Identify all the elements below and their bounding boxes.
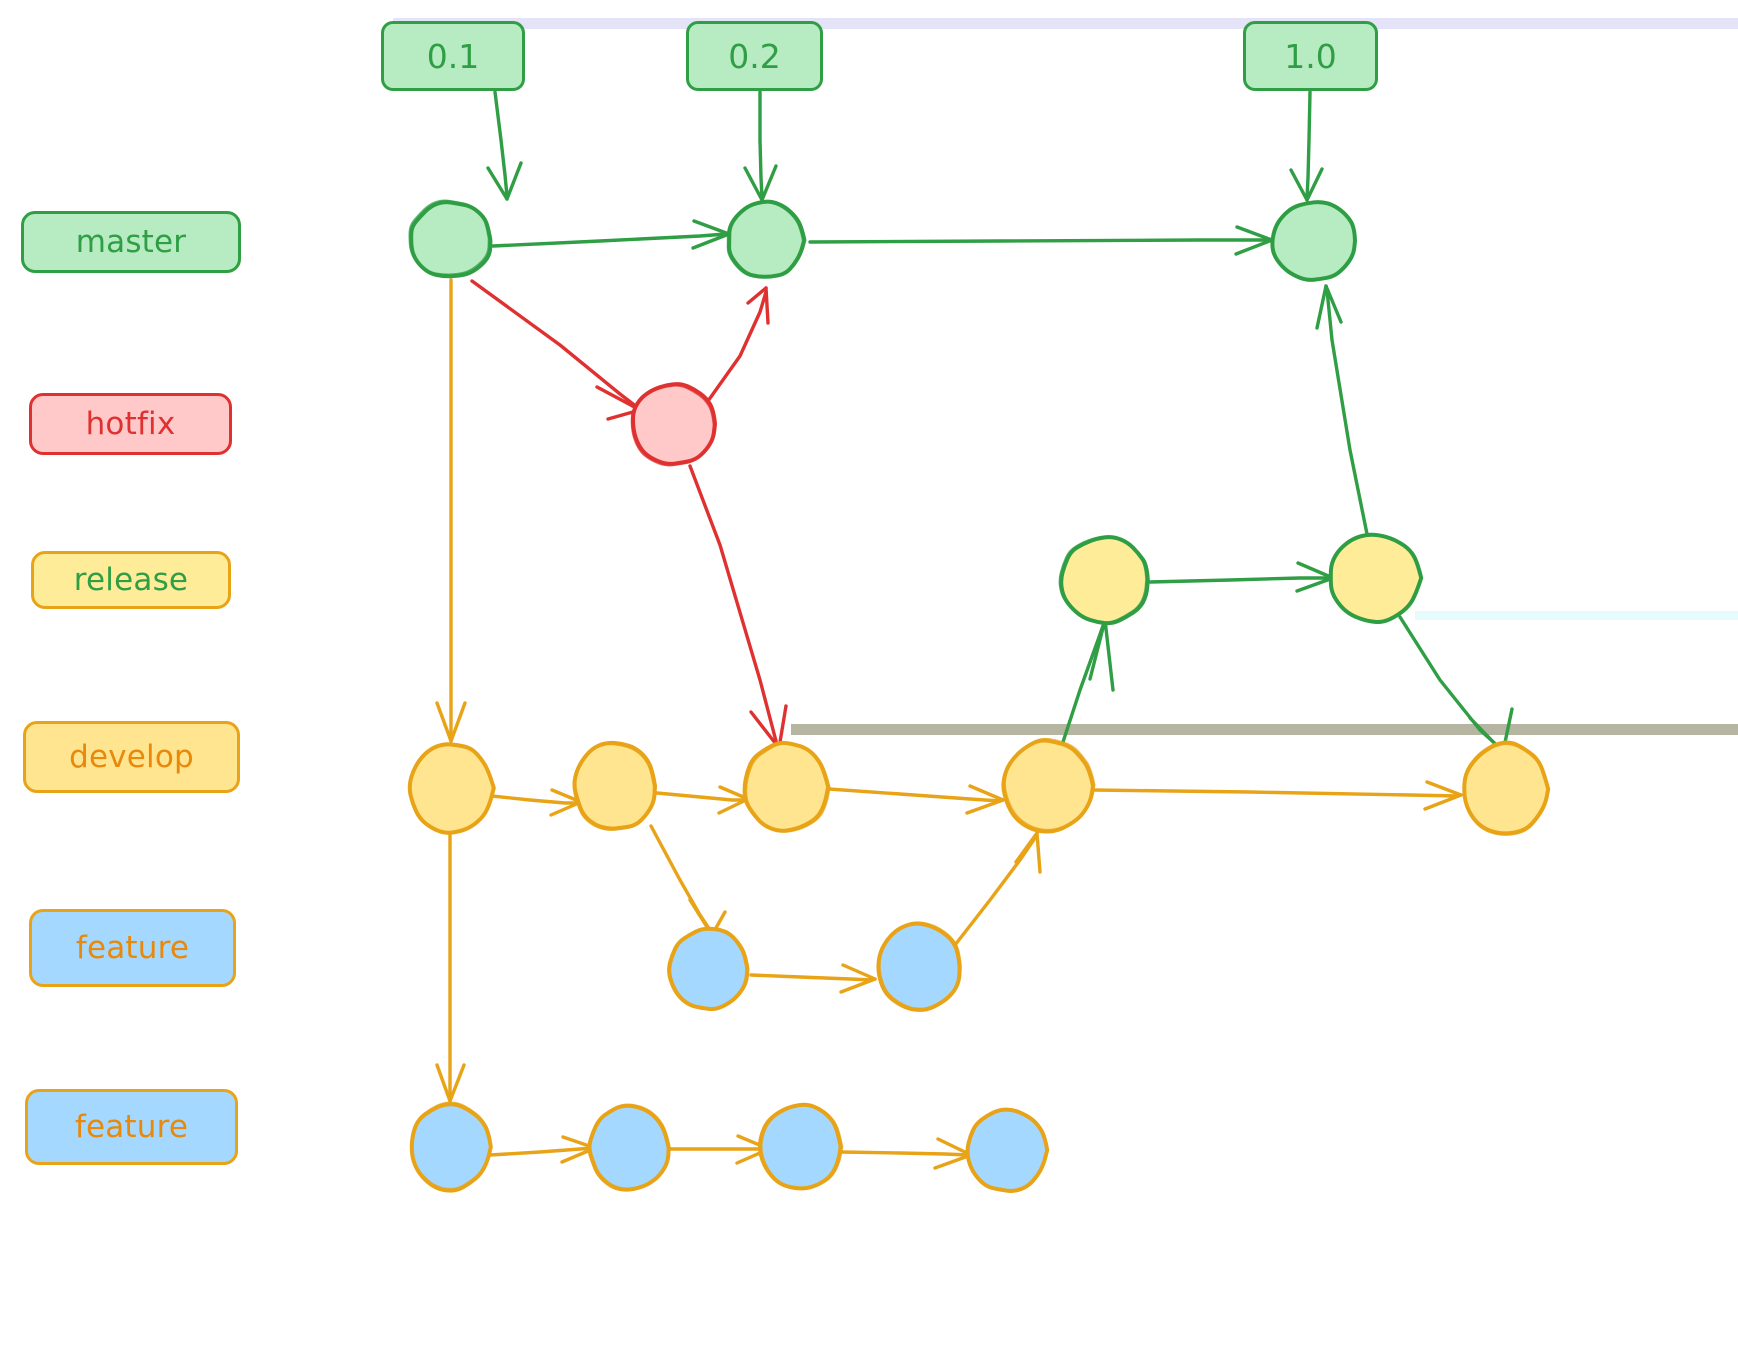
commit-node[interactable] — [742, 740, 831, 833]
lane-label-master-text: master — [75, 224, 187, 260]
edge-develop1-feature2a — [435, 832, 466, 1103]
edge-master1-hotfix — [470, 279, 642, 421]
diagram-canvas: master hotfix release develop feature fe… — [0, 0, 1738, 1347]
commit-node[interactable] — [965, 1107, 1050, 1193]
commit-node[interactable] — [757, 1102, 844, 1191]
commit-node[interactable] — [408, 199, 493, 279]
edge-tag10-master3 — [1289, 90, 1324, 202]
lane-label-hotfix[interactable]: hotfix — [29, 393, 232, 455]
edge-develop4-release1 — [1060, 618, 1115, 747]
edge-feature2a-feature2b — [488, 1135, 597, 1164]
commit-node[interactable] — [1001, 737, 1096, 834]
edge-feature1a-feature1b — [749, 963, 877, 994]
commit-node[interactable] — [667, 926, 750, 1012]
commit-node[interactable] — [630, 382, 717, 467]
edge-master2-master3 — [808, 225, 1274, 256]
edge-develop2-develop3 — [655, 785, 750, 815]
edge-develop2-feature1a — [649, 824, 727, 937]
edge-tag01-master1 — [486, 90, 523, 201]
version-tag-0-1[interactable]: 0.1 — [381, 21, 525, 91]
version-tag-0-2[interactable]: 0.2 — [686, 21, 823, 91]
lane-label-develop[interactable]: develop — [23, 721, 240, 793]
lane-label-hotfix-text: hotfix — [85, 406, 176, 442]
commit-node[interactable] — [1462, 740, 1551, 836]
commit-node[interactable] — [876, 921, 962, 1012]
edge-develop4-develop5 — [1091, 780, 1463, 811]
commit-node[interactable] — [407, 742, 496, 835]
lane-label-feature-1-text: feature — [75, 930, 190, 966]
edge-feature2b-feature2c — [668, 1134, 771, 1165]
commit-node[interactable] — [1270, 200, 1357, 282]
edge-tag02-master2 — [743, 90, 778, 202]
node-layer — [407, 199, 1551, 1193]
commit-node[interactable] — [587, 1103, 671, 1192]
commit-node[interactable] — [1058, 535, 1150, 626]
version-tag-1-0[interactable]: 1.0 — [1243, 21, 1378, 91]
commit-node[interactable] — [409, 1101, 493, 1193]
lane-label-release-text: release — [73, 562, 189, 598]
lane-label-feature-1[interactable]: feature — [29, 909, 236, 987]
version-tag-0-1-text: 0.1 — [426, 36, 480, 76]
edge-develop3-develop4 — [827, 784, 1005, 815]
edge-develop1-develop2 — [490, 788, 583, 817]
edge-master1-master2 — [491, 219, 731, 250]
lane-label-release[interactable]: release — [31, 551, 231, 609]
lane-label-develop-text: develop — [69, 739, 194, 775]
edge-hotfix-develop3 — [688, 464, 788, 750]
commit-node[interactable] — [572, 740, 657, 831]
version-tag-1-0-text: 1.0 — [1284, 36, 1337, 76]
version-tag-0-2-text: 0.2 — [728, 36, 781, 76]
lane-label-feature-2[interactable]: feature — [25, 1089, 238, 1165]
edge-feature1b-develop4 — [953, 831, 1042, 947]
commit-node[interactable] — [1328, 532, 1424, 625]
lane-label-feature-2-text: feature — [74, 1109, 189, 1145]
edge-hotfix-master2 — [706, 286, 770, 403]
edge-release1-release2 — [1148, 561, 1335, 593]
edge-release2-master3 — [1315, 284, 1369, 536]
lane-label-master[interactable]: master — [21, 211, 241, 273]
edge-release2-develop5 — [1398, 615, 1514, 754]
edge-master1-develop1 — [435, 278, 467, 743]
edge-feature2c-feature2d — [839, 1137, 973, 1170]
edge-layer — [407, 90, 1551, 1193]
commit-node[interactable] — [726, 199, 807, 279]
